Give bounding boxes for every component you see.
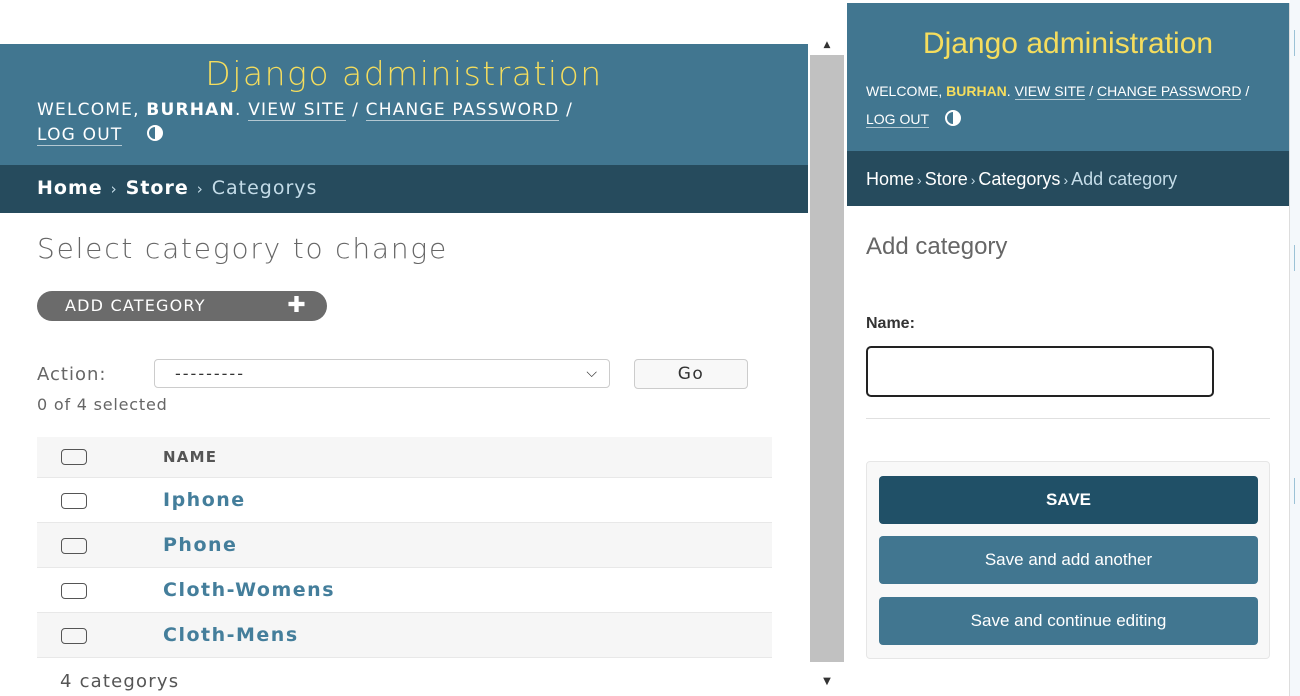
welcome-text: WELCOME, bbox=[37, 100, 140, 120]
welcome-text: WELCOME, bbox=[866, 83, 943, 99]
breadcrumb-current: Categorys bbox=[211, 177, 318, 199]
select-all-checkbox[interactable] bbox=[61, 449, 87, 466]
category-link[interactable]: Iphone bbox=[163, 489, 246, 511]
category-link[interactable]: Cloth-Mens bbox=[163, 624, 299, 646]
plus-icon: ✚ bbox=[287, 293, 307, 318]
add-category-label: ADD CATEGORY bbox=[65, 296, 206, 315]
change-password-link[interactable]: CHANGE PASSWORD bbox=[365, 100, 560, 121]
breadcrumb-store[interactable]: Store bbox=[126, 177, 189, 199]
selected-count: 0 of 4 selected bbox=[37, 395, 168, 414]
user-tools: WELCOME, BURHAN. VIEW SITE / CHANGE PASS… bbox=[866, 83, 1250, 128]
action-label: Action: bbox=[37, 364, 107, 385]
breadcrumb-store[interactable]: Store bbox=[925, 169, 968, 189]
add-form-window: Django administration WELCOME, BURHAN. V… bbox=[847, 3, 1290, 696]
save-and-add-another-button[interactable]: Save and add another bbox=[879, 536, 1258, 584]
breadcrumb-home[interactable]: Home bbox=[37, 177, 103, 199]
row-checkbox[interactable] bbox=[61, 537, 87, 554]
save-button[interactable]: SAVE bbox=[879, 476, 1258, 524]
breadcrumb: Home › Store › Categorys bbox=[0, 165, 808, 213]
row-checkbox[interactable] bbox=[61, 627, 87, 644]
admin-header: Django administration WELCOME, BURHAN. V… bbox=[0, 44, 808, 165]
view-site-link[interactable]: VIEW SITE bbox=[248, 100, 346, 121]
result-list: NAME Iphone Phone Cloth-Womens Cloth-Men… bbox=[37, 437, 772, 658]
scrollbar-thumb[interactable] bbox=[810, 55, 844, 662]
breadcrumb-current: Add category bbox=[1071, 169, 1178, 189]
admin-header: Django administration WELCOME, BURHAN. V… bbox=[847, 3, 1289, 151]
theme-toggle-icon[interactable] bbox=[944, 110, 961, 127]
name-field-label: Name: bbox=[866, 315, 915, 332]
site-brand[interactable]: Django administration bbox=[847, 27, 1289, 61]
page-title: Add category bbox=[866, 233, 1008, 260]
username: BURHAN bbox=[946, 83, 1007, 99]
form-divider bbox=[866, 418, 1270, 419]
site-brand[interactable]: Django administration bbox=[0, 54, 808, 93]
breadcrumb-categorys[interactable]: Categorys bbox=[978, 169, 1060, 189]
chevron-down-icon: ⌵ bbox=[586, 365, 597, 381]
row-checkbox[interactable] bbox=[61, 582, 87, 599]
table-row: Iphone bbox=[37, 477, 772, 523]
username: BURHAN bbox=[146, 100, 235, 120]
table-row: Phone bbox=[37, 522, 772, 568]
name-input[interactable] bbox=[866, 346, 1214, 397]
scroll-down-icon[interactable]: ▼ bbox=[808, 676, 846, 687]
paginator: 4 categorys bbox=[60, 671, 180, 692]
table-header-row: NAME bbox=[37, 437, 772, 478]
add-category-button[interactable]: ADD CATEGORY ✚ bbox=[37, 291, 327, 321]
row-checkbox[interactable] bbox=[61, 492, 87, 509]
view-site-link[interactable]: VIEW SITE bbox=[1014, 83, 1086, 100]
table-row: Cloth-Mens bbox=[37, 612, 772, 658]
category-link[interactable]: Phone bbox=[163, 534, 237, 556]
breadcrumb: Home › Store › Categorys › Add category bbox=[847, 151, 1289, 206]
go-button[interactable]: Go bbox=[634, 359, 748, 389]
column-header-name[interactable]: NAME bbox=[162, 437, 772, 478]
scroll-up-icon[interactable]: ▲ bbox=[808, 40, 846, 54]
action-select-value: --------- bbox=[175, 364, 245, 383]
user-tools: WELCOME, BURHAN. VIEW SITE / CHANGE PASS… bbox=[37, 100, 574, 146]
table-row: Cloth-Womens bbox=[37, 567, 772, 613]
category-link[interactable]: Cloth-Womens bbox=[163, 579, 335, 601]
save-and-continue-button[interactable]: Save and continue editing bbox=[879, 597, 1258, 645]
changelist-window: Django administration WELCOME, BURHAN. V… bbox=[0, 0, 808, 696]
submit-row: SAVE Save and add another Save and conti… bbox=[866, 461, 1270, 659]
change-password-link[interactable]: CHANGE PASSWORD bbox=[1097, 83, 1242, 100]
breadcrumb-home[interactable]: Home bbox=[866, 169, 914, 189]
vertical-scrollbar[interactable]: ▲ ▼ bbox=[808, 40, 846, 696]
log-out-link[interactable]: LOG OUT bbox=[37, 125, 123, 146]
theme-toggle-icon[interactable] bbox=[147, 125, 164, 141]
log-out-link[interactable]: LOG OUT bbox=[866, 111, 929, 128]
action-select[interactable]: --------- ⌵ bbox=[154, 359, 610, 388]
page-title: Select category to change bbox=[37, 232, 449, 265]
background-window-edge bbox=[1290, 0, 1300, 696]
